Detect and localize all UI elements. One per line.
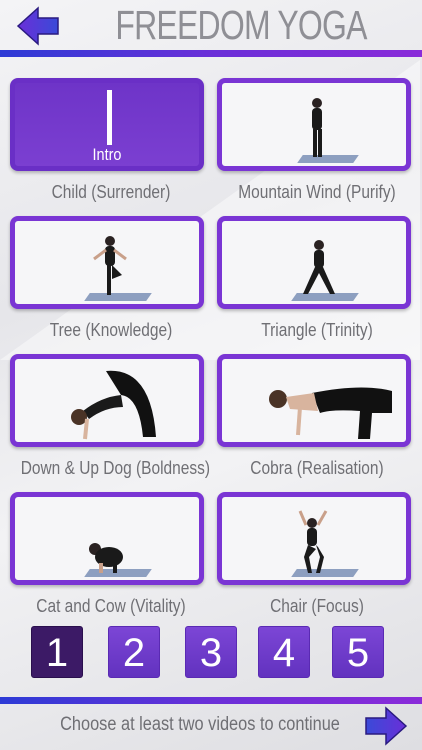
page-button-1[interactable]: 1 <box>31 626 83 678</box>
yoga-figure-icon <box>89 543 123 573</box>
video-card-cat-cow[interactable] <box>10 492 204 585</box>
next-arrow-icon <box>365 706 408 746</box>
video-card-tree[interactable] <box>10 216 204 309</box>
yoga-figure-icon <box>93 236 127 295</box>
video-card-mountain-wind[interactable] <box>217 78 411 171</box>
video-label: Triangle (Trinity) <box>261 320 373 340</box>
header: FREEDOM YOGA <box>0 0 422 52</box>
video-label: Child (Surrender) <box>51 182 171 202</box>
back-arrow-icon <box>16 6 59 46</box>
page-button-4[interactable]: 4 <box>258 626 310 678</box>
intro-label: Intro <box>92 145 122 164</box>
footer-divider <box>0 697 422 704</box>
video-label: Mountain Wind (Purify) <box>238 182 396 202</box>
yoga-figure-icon <box>71 370 156 440</box>
page-button-2[interactable]: 2 <box>108 626 160 678</box>
yoga-figure-icon <box>312 98 322 157</box>
video-card-down-up-dog[interactable] <box>10 354 204 447</box>
video-label: Tree (Knowledge) <box>49 320 173 340</box>
back-button[interactable] <box>16 6 60 46</box>
video-card-cobra[interactable] <box>217 354 411 447</box>
header-divider <box>0 50 422 57</box>
yoga-figure-icon <box>303 240 335 294</box>
page-button-5[interactable]: 5 <box>332 626 384 678</box>
page-title: FREEDOM YOGA <box>115 2 367 48</box>
video-label: Down & Up Dog (Boldness) <box>20 458 210 478</box>
video-card-triangle[interactable] <box>217 216 411 309</box>
next-button[interactable] <box>364 706 408 746</box>
instruction-text: Choose at least two videos to continue <box>60 714 340 735</box>
video-card-intro[interactable]: Intro <box>10 78 204 171</box>
video-label: Chair (Focus) <box>270 596 364 616</box>
video-label: Cat and Cow (Vitality) <box>36 596 186 616</box>
video-label: Cobra (Realisation) <box>250 458 384 478</box>
video-card-chair[interactable] <box>217 492 411 585</box>
intro-bar-graphic <box>107 90 112 145</box>
yoga-figure-icon <box>298 510 328 573</box>
page-button-3[interactable]: 3 <box>185 626 237 678</box>
yoga-figure-icon <box>269 387 392 439</box>
